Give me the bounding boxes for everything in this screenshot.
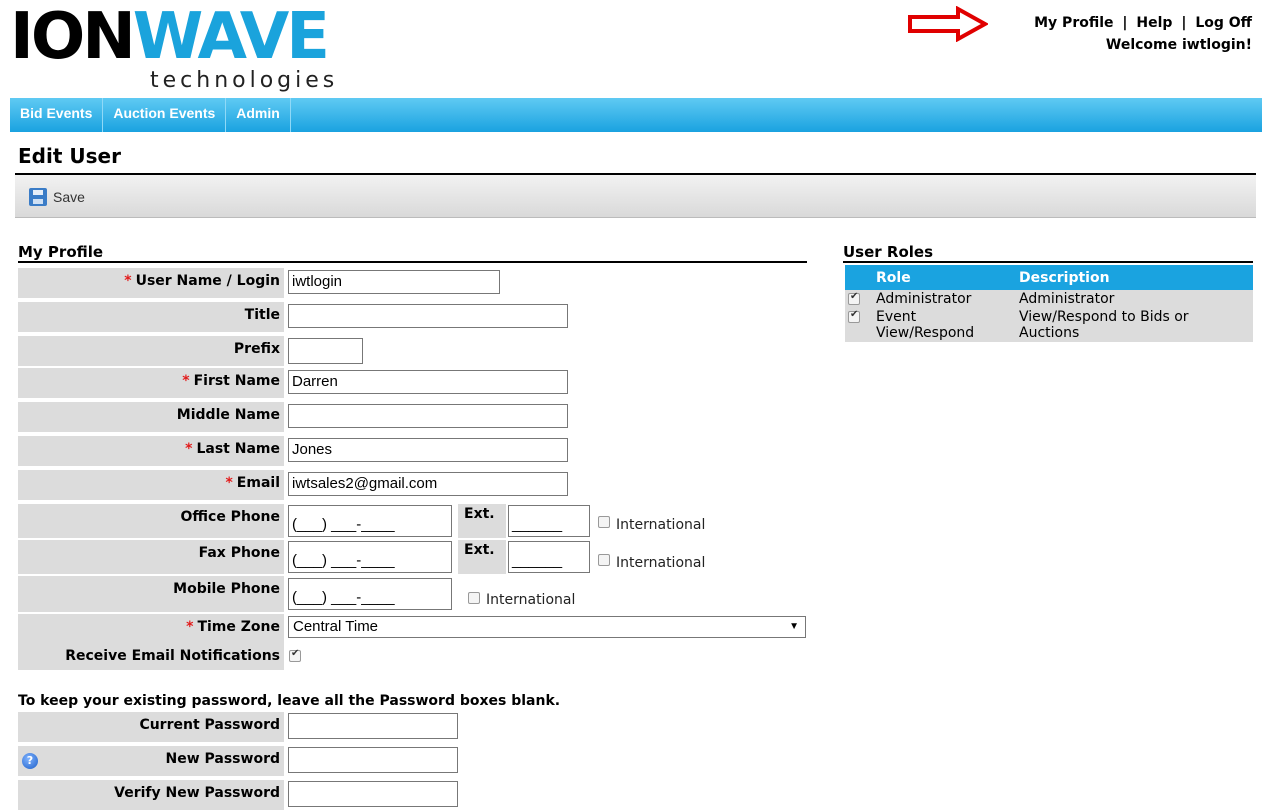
fax-international-label: International [616,555,706,571]
help-link[interactable]: Help [1136,15,1172,31]
fax-international-checkbox[interactable] [598,554,610,566]
middle-name-input[interactable] [288,404,568,428]
notifications-checkbox[interactable] [289,648,301,662]
first-name-input[interactable]: Darren [288,370,568,394]
first-name-label: First Name [193,373,280,389]
prefix-input[interactable] [288,338,363,364]
save-label: Save [53,189,85,205]
tab-auction-events[interactable]: Auction Events [103,98,227,132]
email-input[interactable]: iwtsales2@gmail.com [288,472,568,496]
tab-admin[interactable]: Admin [226,98,291,132]
required-marker: * [182,373,190,389]
main-nav: Bid Events Auction Events Admin [10,98,1262,132]
fax-phone-label: Fax Phone [18,540,284,574]
username-label: User Name / Login [135,273,280,289]
office-phone-input[interactable]: (___) ___-____ [288,505,452,537]
logo-wave-text: WAVE [132,0,330,74]
table-row: Event View/Respond View/Respond to Bids … [845,308,1253,342]
table-header-select [845,265,873,290]
new-password-input[interactable] [288,747,458,773]
ionwave-logo: IONWAVE technologies [10,4,380,96]
time-zone-select[interactable]: Central Time ▼ [288,616,806,638]
table-header-role: Role [873,265,1016,290]
link-separator: | [1122,15,1128,31]
required-marker: * [124,273,132,289]
annotation-arrow-right-icon [908,6,988,42]
verify-password-label: Verify New Password [18,780,284,810]
current-password-input[interactable] [288,713,458,739]
username-input[interactable]: iwtlogin [288,270,500,294]
required-marker: * [186,619,194,635]
table-header-row: Role Description [845,265,1253,290]
current-password-label: Current Password [18,712,284,742]
role-name: Administrator [873,290,1016,308]
save-disk-icon [29,188,47,206]
title-label: Title [18,302,284,332]
mobile-phone-input[interactable]: (___) ___-____ [288,578,452,610]
time-zone-value: Central Time [293,618,379,635]
fax-ext-label: Ext. [458,540,506,574]
chevron-down-icon: ▼ [789,621,799,632]
link-separator: | [1181,15,1187,31]
fax-ext-input[interactable]: ______ [508,541,590,573]
password-note: To keep your existing password, leave al… [18,693,561,709]
role-description: Administrator [1016,290,1253,308]
toolbar: Save [15,173,1256,218]
role-name: Event View/Respond [873,308,1016,342]
welcome-text: Welcome iwtlogin! [1105,37,1252,53]
role-checkbox[interactable] [848,291,860,305]
office-international-checkbox[interactable] [598,516,610,528]
office-international-label: International [616,517,706,533]
mobile-international-checkbox[interactable] [468,592,480,604]
mobile-international-label: International [486,592,576,608]
my-profile-link[interactable]: My Profile [1034,15,1113,31]
required-marker: * [185,441,193,457]
time-zone-label: Time Zone [197,619,280,635]
top-links: My Profile | Help | Log Off Welcome iwtl… [1034,12,1252,56]
help-question-icon[interactable]: ? [22,753,38,769]
last-name-label: Last Name [196,441,280,457]
office-phone-label: Office Phone [18,504,284,538]
fax-phone-input[interactable]: (___) ___-____ [288,541,452,573]
office-ext-input[interactable]: ______ [508,505,590,537]
middle-name-label: Middle Name [18,402,284,432]
verify-password-input[interactable] [288,781,458,807]
required-marker: * [225,475,233,491]
last-name-input[interactable]: Jones [288,438,568,462]
email-label: Email [236,475,280,491]
logo-subtitle: technologies [150,68,339,93]
table-header-description: Description [1016,265,1253,290]
role-checkbox[interactable] [848,309,860,323]
user-roles-table: Role Description Administrator Administr… [845,265,1253,342]
role-description: View/Respond to Bids or Auctions [1016,308,1253,342]
my-profile-heading: My Profile [18,243,807,263]
new-password-label: New Password [18,746,284,776]
tab-bid-events[interactable]: Bid Events [10,98,104,132]
title-input[interactable] [288,304,568,328]
notifications-label: Receive Email Notifications [18,644,284,670]
prefix-label: Prefix [18,336,284,366]
user-roles-heading: User Roles [843,243,1253,263]
mobile-phone-label: Mobile Phone [18,576,284,612]
log-off-link[interactable]: Log Off [1195,15,1252,31]
office-ext-label: Ext. [458,504,506,538]
logo-ion-text: ION [10,0,136,74]
table-row: Administrator Administrator [845,290,1253,308]
page-title: Edit User [18,144,121,168]
save-button[interactable]: Save [29,188,85,206]
